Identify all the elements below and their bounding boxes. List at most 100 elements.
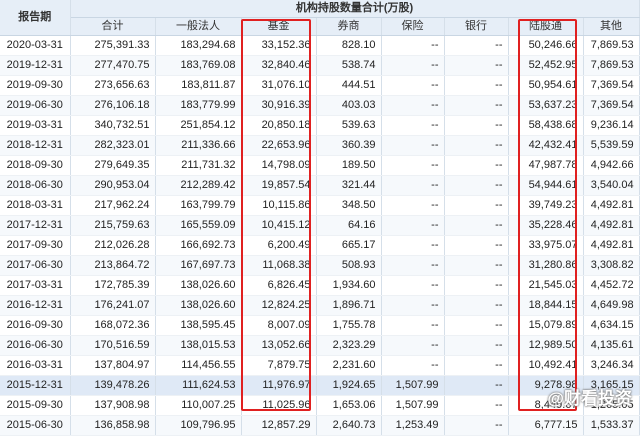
column-header-fund[interactable]: 基金 [241, 17, 317, 36]
cell-insurance: -- [381, 215, 445, 236]
cell-broker: 2,231.60 [316, 355, 382, 376]
cell-northbound: 21,545.03 [508, 275, 584, 296]
cell-other: 5,539.59 [583, 135, 640, 156]
cell-general-legal: 109,796.95 [155, 415, 242, 436]
cell-general-legal: 138,015.53 [155, 335, 242, 356]
table-row[interactable]: 2020-03-31 275,391.33 183,294.68 33,152.36 8… [0, 35, 640, 56]
cell-broker: 828.10 [316, 35, 382, 56]
table-row[interactable]: 2015-06-30 136,858.98 109,796.95 12,857.29 2… [0, 415, 640, 436]
table-row[interactable]: 2017-03-31 172,785.39 138,026.60 6,826.45 1,… [0, 275, 640, 296]
cell-general-legal: 211,731.32 [155, 155, 242, 176]
cell-broker: 348.50 [316, 195, 382, 216]
cell-general-legal: 183,294.68 [155, 35, 242, 56]
cell-insurance: -- [381, 115, 445, 136]
cell-period: 2016-12-31 [0, 295, 71, 316]
table-row[interactable]: 2016-06-30 170,516.59 138,015.53 13,052.66 2… [0, 335, 640, 356]
column-header-insurance[interactable]: 保险 [381, 17, 445, 36]
cell-bank: -- [444, 375, 509, 396]
cell-fund: 7,879.75 [241, 355, 317, 376]
table-row[interactable]: 2018-09-30 279,649.35 211,731.32 14,798.09 1… [0, 155, 640, 176]
table-row[interactable]: 2019-09-30 273,656.63 183,811.87 31,076.10 4… [0, 75, 640, 96]
table-row[interactable]: 2019-12-31 277,470.75 183,769.08 32,840.46 5… [0, 55, 640, 76]
table-body: 2020-03-31 275,391.33 183,294.68 33,152.36 8… [0, 35, 640, 436]
cell-northbound: 58,438.68 [508, 115, 584, 136]
cell-fund: 11,976.97 [241, 375, 317, 396]
table-row[interactable]: 2018-03-31 217,962.24 163,799.79 10,115.86 3… [0, 195, 640, 216]
table-row[interactable]: 2017-12-31 215,759.63 165,559.09 10,415.12 6… [0, 215, 640, 236]
column-header-northbound[interactable]: 陆股通 [508, 17, 584, 36]
table-row[interactable]: 2016-12-31 176,241.07 138,026.60 12,824.25 1… [0, 295, 640, 316]
cell-fund: 8,007.09 [241, 315, 317, 336]
cell-general-legal: 110,007.25 [155, 395, 242, 416]
table-row[interactable]: 2016-09-30 168,072.36 138,595.45 8,007.09 1,… [0, 315, 640, 336]
cell-period: 2016-03-31 [0, 355, 71, 376]
cell-insurance: 1,253.49 [381, 415, 445, 436]
cell-insurance: 1,507.99 [381, 395, 445, 416]
table-row[interactable]: 2017-09-30 212,026.28 166,692.73 6,200.49 66… [0, 235, 640, 256]
cell-other: 4,492.81 [583, 195, 640, 216]
cell-period: 2016-06-30 [0, 335, 71, 356]
cell-period: 2018-12-31 [0, 135, 71, 156]
cell-broker: 444.51 [316, 75, 382, 96]
cell-insurance: -- [381, 255, 445, 276]
period-header[interactable]: 报告期 [0, 0, 71, 36]
cell-insurance: -- [381, 135, 445, 156]
table-row[interactable]: 2018-12-31 282,323.01 211,336.66 22,653.96 3… [0, 135, 640, 156]
cell-other: 4,649.98 [583, 295, 640, 316]
cell-fund: 6,200.49 [241, 235, 317, 256]
cell-fund: 30,916.39 [241, 95, 317, 116]
cell-period: 2019-12-31 [0, 55, 71, 76]
cell-northbound: 31,280.86 [508, 255, 584, 276]
cell-insurance: -- [381, 195, 445, 216]
cell-insurance: -- [381, 295, 445, 316]
cell-general-legal: 183,769.08 [155, 55, 242, 76]
cell-bank: -- [444, 295, 509, 316]
cell-total: 277,470.75 [70, 55, 156, 76]
cell-broker: 538.74 [316, 55, 382, 76]
column-header-bank[interactable]: 银行 [444, 17, 509, 36]
cell-insurance: -- [381, 275, 445, 296]
cell-broker: 2,323.29 [316, 335, 382, 356]
cell-bank: -- [444, 95, 509, 116]
cell-broker: 2,640.73 [316, 415, 382, 436]
cell-fund: 19,857.54 [241, 175, 317, 196]
watermark: @财看投资 [547, 389, 632, 408]
table-row[interactable]: 2019-03-31 340,732.51 251,854.12 20,850.18 5… [0, 115, 640, 136]
cell-bank: -- [444, 135, 509, 156]
cell-fund: 12,824.25 [241, 295, 317, 316]
table-row[interactable]: 2017-06-30 213,864.72 167,697.73 11,068.38 5… [0, 255, 640, 276]
table-row[interactable]: 2015-12-31 139,478.26 111,624.53 11,976.97 1… [0, 375, 640, 396]
cell-total: 137,804.97 [70, 355, 156, 376]
table-row[interactable]: 2015-09-30 137,908.98 110,007.25 11,025.96 1… [0, 395, 640, 416]
cell-broker: 403.03 [316, 95, 382, 116]
cell-total: 168,072.36 [70, 315, 156, 336]
cell-bank: -- [444, 235, 509, 256]
cell-broker: 665.17 [316, 235, 382, 256]
cell-total: 212,026.28 [70, 235, 156, 256]
cell-northbound: 35,228.46 [508, 215, 584, 236]
cell-other: 4,452.72 [583, 275, 640, 296]
cell-broker: 1,653.06 [316, 395, 382, 416]
cell-broker: 1,755.78 [316, 315, 382, 336]
cell-northbound: 52,452.95 [508, 55, 584, 76]
column-header-other[interactable]: 其他 [583, 17, 640, 36]
cell-fund: 10,115.86 [241, 195, 317, 216]
cell-general-legal: 166,692.73 [155, 235, 242, 256]
cell-insurance: -- [381, 355, 445, 376]
cell-northbound: 33,975.07 [508, 235, 584, 256]
cell-northbound: 15,079.89 [508, 315, 584, 336]
table-row[interactable]: 2016-03-31 137,804.97 114,456.55 7,879.75 2,… [0, 355, 640, 376]
cell-broker: 64.16 [316, 215, 382, 236]
column-header-general-legal[interactable]: 一般法人 [155, 17, 242, 36]
cell-period: 2015-09-30 [0, 395, 71, 416]
column-header-total[interactable]: 合计 [70, 17, 156, 36]
cell-bank: -- [444, 335, 509, 356]
table-row[interactable]: 2018-06-30 290,953.04 212,289.42 19,857.54 3… [0, 175, 640, 196]
column-header-broker[interactable]: 券商 [316, 17, 382, 36]
cell-general-legal: 138,026.60 [155, 275, 242, 296]
cell-total: 170,516.59 [70, 335, 156, 356]
cell-general-legal: 138,026.60 [155, 295, 242, 316]
table-row[interactable]: 2019-06-30 276,106.18 183,779.99 30,916.39 4… [0, 95, 640, 116]
cell-period: 2019-03-31 [0, 115, 71, 136]
cell-other: 4,634.15 [583, 315, 640, 336]
